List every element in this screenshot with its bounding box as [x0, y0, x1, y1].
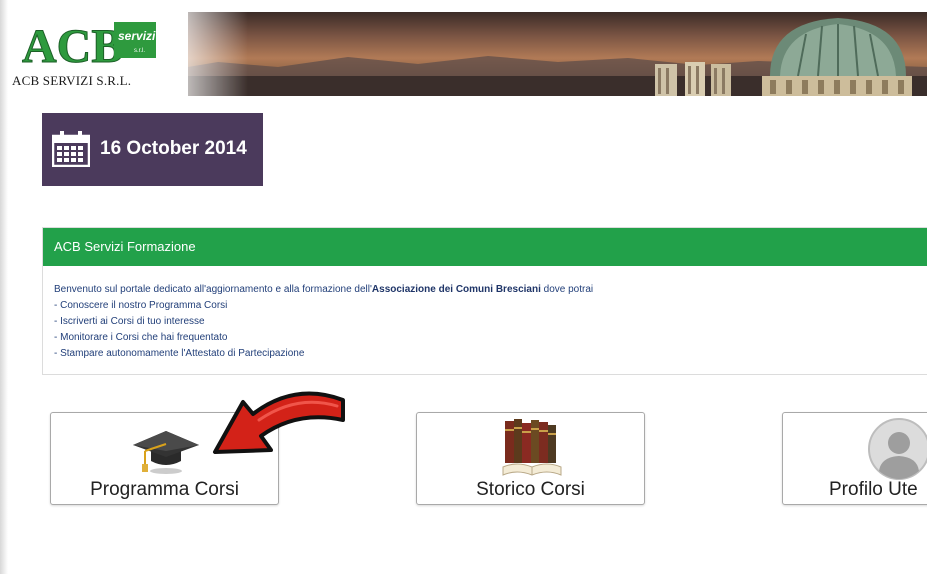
logo-letters: ACB [22, 20, 123, 73]
welcome-text-start: Benvenuto sul portale dedicato all'aggio… [54, 284, 372, 295]
list-item: - Conoscere il nostro Programma Corsi [54, 300, 228, 311]
association-name: Associazione dei Comuni Bresciani [371, 284, 541, 295]
red-arrow-annotation [213, 391, 345, 454]
acb-logo-mark: ACB servizi s.r.l. [22, 20, 157, 74]
panel-body: Benvenuto sul portale dedicato all'aggio… [43, 266, 927, 362]
list-item: - Iscriverti ai Corsi di tuo interesse [54, 316, 205, 327]
logo[interactable]: ACB servizi s.r.l. ACB SERVIZI S.R.L. [8, 12, 188, 96]
logo-badge-text: servizi [118, 29, 156, 43]
welcome-text: Benvenuto sul portale dedicato all'aggio… [54, 282, 918, 298]
books-icon [502, 419, 562, 476]
calendar-icon [52, 131, 90, 167]
programma-corsi-label: Programma Corsi [90, 479, 239, 500]
company-name: ACB SERVIZI S.R.L. [12, 73, 132, 88]
date-tile: 16 October 2014 [42, 113, 263, 186]
info-panel: ACB Servizi Formazione Benvenuto sul por… [42, 227, 927, 375]
site-header: ACB servizi s.r.l. ACB SERVIZI S.R.L. [8, 12, 927, 96]
current-date: 16 October 2014 [100, 138, 247, 159]
storico-corsi-button[interactable]: Storico Corsi [416, 412, 645, 505]
list-item: - Monitorare i Corsi che hai frequentato [54, 332, 228, 343]
welcome-text-end: dove potrai [540, 284, 594, 295]
graduation-cap-icon [133, 431, 199, 474]
profilo-utente-label: Profilo Ute [829, 479, 918, 500]
list-item: - Stampare autonomamente l'Attestato di … [54, 348, 305, 359]
logo-badge-sub: s.r.l. [134, 48, 145, 54]
profilo-utente-button[interactable]: Profilo Ute [782, 412, 927, 505]
panel-title: ACB Servizi Formazione [43, 228, 927, 266]
page-left-shadow [0, 0, 8, 574]
user-avatar-icon [868, 418, 927, 480]
header-banner-image [158, 12, 927, 96]
storico-corsi-label: Storico Corsi [476, 479, 585, 500]
